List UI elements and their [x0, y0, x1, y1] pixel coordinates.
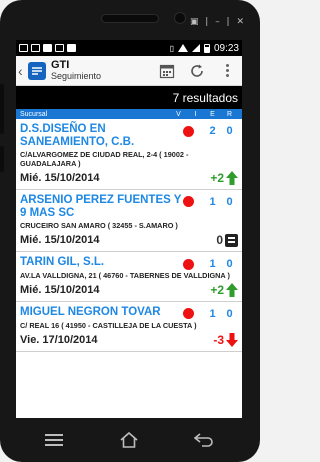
column-i: I: [194, 110, 197, 118]
notification-icon: [19, 44, 28, 52]
results-count: 7 resultados: [172, 90, 238, 105]
status-dot-icon: [183, 196, 194, 208]
volume-button: [0, 84, 4, 134]
status-time: 09:23: [213, 42, 239, 54]
item-name: ARSENIO PEREZ FUENTES Y 9 MAS SC: [20, 193, 182, 220]
item-trend: 0: [216, 233, 238, 247]
list-item[interactable]: TARIN GIL, S.L. 1 0 AV.LA VALLDIGNA, 21 …: [16, 252, 242, 302]
front-camera: [174, 12, 186, 24]
list-item[interactable]: D.S.DISEÑO EN SANEAMIENTO, C.B. 2 0 C/AL…: [16, 119, 242, 190]
trend-value: 0: [216, 233, 223, 248]
item-count-e: 0: [226, 125, 233, 137]
equal-icon: [225, 233, 238, 247]
device-screen: ▯ 09:23 ‹ GTI Seguimiento 7 resultados S…: [16, 40, 242, 418]
item-date: Mié. 15/10/2014: [20, 171, 100, 184]
list-header-title: Sucursal: [20, 110, 48, 118]
back-arrow-icon: [194, 433, 214, 447]
list-header: Sucursal V I E R: [16, 109, 242, 119]
image-icon: [31, 44, 40, 52]
action-bar: ‹ GTI Seguimiento: [16, 56, 242, 86]
item-name: D.S.DISEÑO EN SANEAMIENTO, C.B.: [20, 123, 135, 149]
column-v: V: [176, 110, 181, 118]
status-dot-icon: [183, 258, 194, 270]
arrow-up-icon: [226, 282, 238, 297]
home-icon: [120, 432, 138, 448]
item-address: CRUCEIRO SAN AMARO ( 32455 - S.AMARO ): [20, 221, 178, 231]
item-count-e: 0: [226, 258, 233, 271]
results-bar: 7 resultados: [16, 86, 242, 109]
item-name: MIGUEL NEGRON TOVAR: [20, 305, 161, 318]
item-address: C/ REAL 16 ( 41950 - CASTILLEJA DE LA CU…: [20, 320, 197, 330]
signal-icon: [191, 44, 200, 52]
app-subtitle: Seguimiento: [51, 70, 102, 81]
home-button[interactable]: [109, 425, 149, 455]
arrow-up-icon: [226, 170, 238, 185]
trend-value: -3: [213, 332, 224, 347]
vibrate-icon: ▯: [169, 43, 174, 53]
item-count-i: 1: [209, 307, 216, 320]
arrow-down-icon: [226, 332, 238, 347]
more-vert-icon: [225, 64, 229, 77]
item-address: C/ALVARGOMEZ DE CIUDAD REAL, 2-4 ( 19002…: [20, 150, 189, 169]
speaker-grille: [101, 14, 159, 23]
wifi-icon: [177, 44, 188, 52]
menu-icon: [44, 434, 63, 446]
list-item[interactable]: MIGUEL NEGRON TOVAR 1 0 C/ REAL 16 ( 419…: [16, 302, 242, 352]
document-icon: [67, 44, 76, 52]
item-address: AV.LA VALLDIGNA, 21 ( 46760 - TABERNES D…: [20, 271, 230, 281]
trend-value: +2: [210, 282, 224, 297]
item-count-e: 0: [226, 195, 233, 208]
emulator-window-controls[interactable]: ▣ | – | ✕: [190, 17, 246, 27]
power-button: [0, 146, 4, 172]
status-dot-icon: [183, 125, 194, 137]
app-title: GTI: [51, 59, 70, 71]
item-trend: +2: [210, 282, 238, 297]
list-item[interactable]: ARSENIO PEREZ FUENTES Y 9 MAS SC 1 0 CRU…: [16, 190, 242, 253]
app-logo-icon[interactable]: [27, 61, 47, 81]
item-count-e: 0: [226, 307, 233, 320]
battery-icon: [203, 43, 210, 53]
refresh-icon: [191, 64, 203, 77]
item-date: Mié. 15/10/2014: [20, 283, 100, 296]
status-dot-icon: [183, 308, 194, 320]
back-chevron-icon[interactable]: ‹: [18, 64, 26, 78]
item-date: Vie. 17/10/2014: [20, 333, 98, 346]
status-bar: ▯ 09:23: [16, 40, 242, 56]
results-list[interactable]: D.S.DISEÑO EN SANEAMIENTO, C.B. 2 0 C/AL…: [16, 119, 242, 352]
item-name: TARIN GIL, S.L.: [20, 256, 105, 269]
trend-value: +2: [210, 170, 224, 185]
calendar-button[interactable]: [152, 56, 182, 86]
calendar-icon: [159, 64, 175, 78]
item-date: Mié. 15/10/2014: [20, 234, 100, 247]
navigation-bar: [16, 418, 242, 462]
item-count-i: 2: [209, 125, 216, 137]
column-e: E: [210, 110, 215, 118]
calendar-notification-icon: [43, 44, 52, 52]
overflow-menu-button[interactable]: [212, 56, 242, 86]
refresh-button[interactable]: [182, 56, 212, 86]
item-count-i: 1: [209, 195, 216, 208]
column-r: R: [226, 110, 233, 118]
item-trend: +2: [210, 170, 238, 185]
back-button[interactable]: [184, 425, 224, 455]
item-count-i: 1: [209, 258, 216, 271]
recent-apps-button[interactable]: [34, 425, 74, 455]
phone-frame: ▣ | – | ✕ ▯ 09:23 ‹ GTI Seguimiento 7 re…: [0, 0, 260, 462]
item-trend: -3: [213, 332, 238, 347]
mail-icon: [55, 44, 64, 52]
